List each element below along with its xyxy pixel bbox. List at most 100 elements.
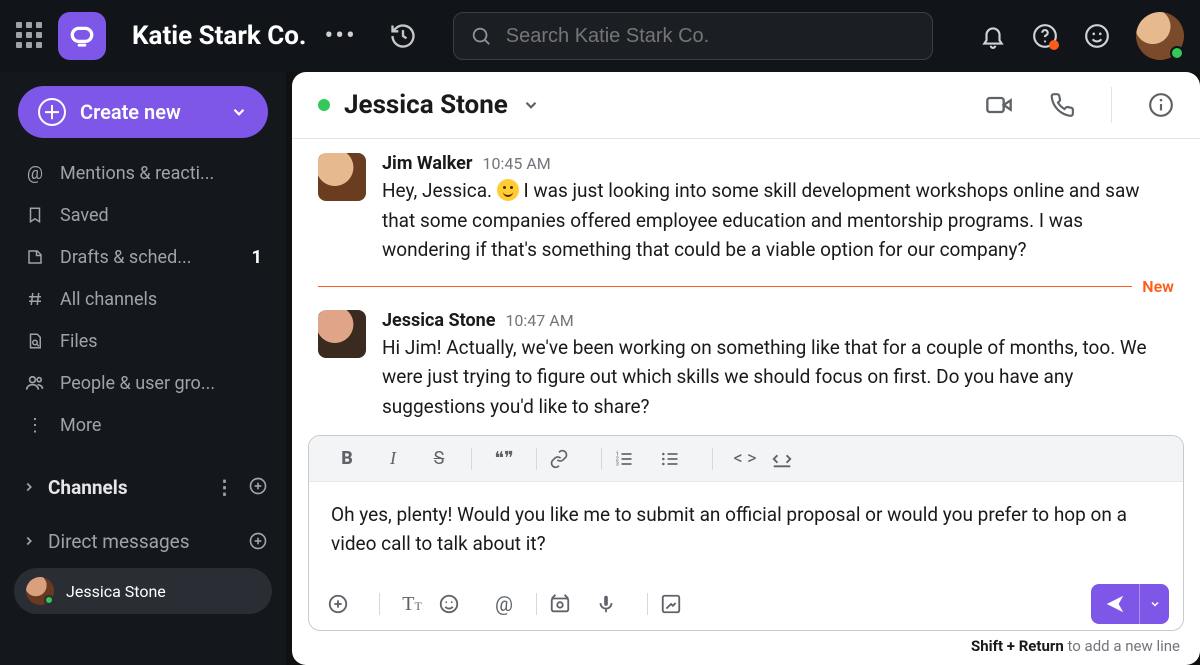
info-icon[interactable] (1148, 92, 1174, 118)
divider (712, 448, 713, 470)
emoji-icon[interactable] (1084, 23, 1110, 49)
bookmark-icon (24, 206, 46, 224)
people-icon (24, 373, 46, 393)
chevron-right-icon (22, 480, 36, 494)
at-icon: @ (24, 163, 46, 184)
svg-text:3: 3 (616, 461, 619, 467)
plus-circle-icon: ＋ (38, 98, 66, 126)
create-new-label: Create new (80, 100, 181, 124)
search-box[interactable] (453, 12, 933, 60)
dm-item-jessica-stone[interactable]: Jessica Stone (14, 568, 272, 614)
author-avatar[interactable] (318, 153, 366, 201)
author-avatar[interactable] (318, 310, 366, 358)
new-messages-separator: New (318, 277, 1174, 296)
message-text: Hi Jim! Actually, we've been working on … (382, 333, 1174, 421)
peer-avatar (26, 577, 54, 605)
chat-header: Jessica Stone (292, 72, 1200, 139)
search-input[interactable] (506, 25, 916, 48)
composer-hint: Shift + Return to add a new line (292, 631, 1200, 665)
nav-mentions[interactable]: @ Mentions & reacti... (0, 152, 286, 194)
video-call-icon[interactable] (985, 91, 1013, 119)
add-channel-icon[interactable] (248, 476, 268, 499)
notifications-icon[interactable] (980, 23, 1006, 49)
nav-label: Drafts & sched... (60, 247, 191, 268)
nav-all-channels[interactable]: All channels (0, 278, 286, 320)
brand-logo[interactable] (58, 12, 106, 60)
draft-icon (24, 248, 46, 266)
emoji-picker-icon[interactable] (438, 593, 478, 615)
new-label: New (1142, 277, 1174, 296)
search-icon (470, 25, 492, 47)
top-bar: Katie Stark Co. ••• (0, 0, 1200, 72)
record-audio-icon[interactable] (595, 593, 635, 615)
nav-label: People & user gro... (60, 373, 215, 394)
message: Jim Walker 10:45 AM Hey, Jessica. I was … (292, 139, 1200, 264)
quote-button[interactable]: ❝❞ (484, 448, 524, 469)
nav-label: All channels (60, 289, 157, 310)
attach-icon[interactable] (327, 593, 367, 615)
nav-label: More (60, 415, 101, 436)
send-icon[interactable] (1091, 584, 1139, 624)
ordered-list-button[interactable]: 123 (614, 449, 654, 469)
workspace-more-icon[interactable]: ••• (324, 21, 356, 51)
more-vertical-icon: ⋮ (24, 415, 46, 436)
top-actions (980, 12, 1184, 60)
sidebar: ＋ Create new @ Mentions & reacti... Save… (0, 72, 286, 665)
dm-peer-name: Jessica Stone (66, 582, 166, 601)
record-video-icon[interactable] (549, 593, 589, 615)
canvas-icon[interactable] (660, 593, 700, 615)
divider (379, 593, 380, 615)
create-new-button[interactable]: ＋ Create new (18, 86, 268, 138)
chevron-down-icon (230, 103, 248, 121)
message-text: Hey, Jessica. I was just looking into so… (382, 176, 1174, 264)
bold-button[interactable]: B (327, 448, 367, 469)
add-dm-icon[interactable] (248, 531, 268, 551)
nav-files[interactable]: Files (0, 320, 286, 362)
presence-indicator (1170, 46, 1184, 60)
compose-textarea[interactable]: Oh yes, plenty! Would you like me to sub… (309, 482, 1183, 578)
file-search-icon (24, 332, 46, 350)
link-button[interactable] (549, 449, 589, 469)
nav-drafts[interactable]: Drafts & sched... 1 (0, 236, 286, 278)
chevron-down-icon[interactable] (522, 96, 540, 114)
nav-more[interactable]: ⋮ More (0, 404, 286, 446)
divider (536, 593, 537, 615)
channels-section-header[interactable]: Channels ⋮ (0, 464, 286, 510)
italic-button[interactable]: I (373, 448, 413, 469)
chat-peer-name[interactable]: Jessica Stone (344, 90, 508, 120)
send-button[interactable] (1091, 584, 1169, 624)
emoji-smile-icon (497, 179, 519, 201)
divider (1111, 87, 1112, 123)
nav-label: Files (60, 331, 98, 352)
code-button[interactable]: < > (725, 448, 765, 469)
channels-options-icon[interactable]: ⋮ (215, 476, 234, 499)
direct-messages-header[interactable]: Direct messages (0, 518, 286, 564)
code-block-button[interactable] (771, 448, 811, 470)
divider (471, 448, 472, 470)
format-toolbar: B I S ❝❞ 123 < > (309, 436, 1183, 482)
nav-badge: 1 (252, 247, 262, 268)
author-name[interactable]: Jessica Stone (382, 310, 495, 331)
divider (647, 593, 648, 615)
author-name[interactable]: Jim Walker (382, 153, 473, 174)
send-options-icon[interactable] (1139, 584, 1169, 624)
apps-grid-icon[interactable] (16, 22, 44, 50)
divider (536, 448, 537, 470)
chat-header-actions (985, 87, 1174, 123)
mention-icon[interactable]: @ (484, 592, 524, 616)
nav-people[interactable]: People & user gro... (0, 362, 286, 404)
bullet-list-button[interactable] (660, 449, 700, 469)
message: Jessica Stone 10:47 AM Hi Jim! Actually,… (292, 296, 1200, 421)
nav-saved[interactable]: Saved (0, 194, 286, 236)
history-icon[interactable] (389, 22, 417, 50)
peer-presence-icon (318, 99, 330, 111)
presence-indicator (44, 595, 54, 605)
hash-icon (24, 290, 46, 308)
phone-call-icon[interactable] (1049, 92, 1075, 118)
strikethrough-button[interactable]: S (419, 448, 459, 469)
workspace-name: Katie Stark Co. (132, 21, 306, 51)
user-avatar[interactable] (1136, 12, 1184, 60)
nav-label: Saved (60, 205, 109, 226)
help-icon[interactable] (1032, 23, 1058, 49)
format-toggle-icon[interactable]: TT (392, 593, 432, 616)
